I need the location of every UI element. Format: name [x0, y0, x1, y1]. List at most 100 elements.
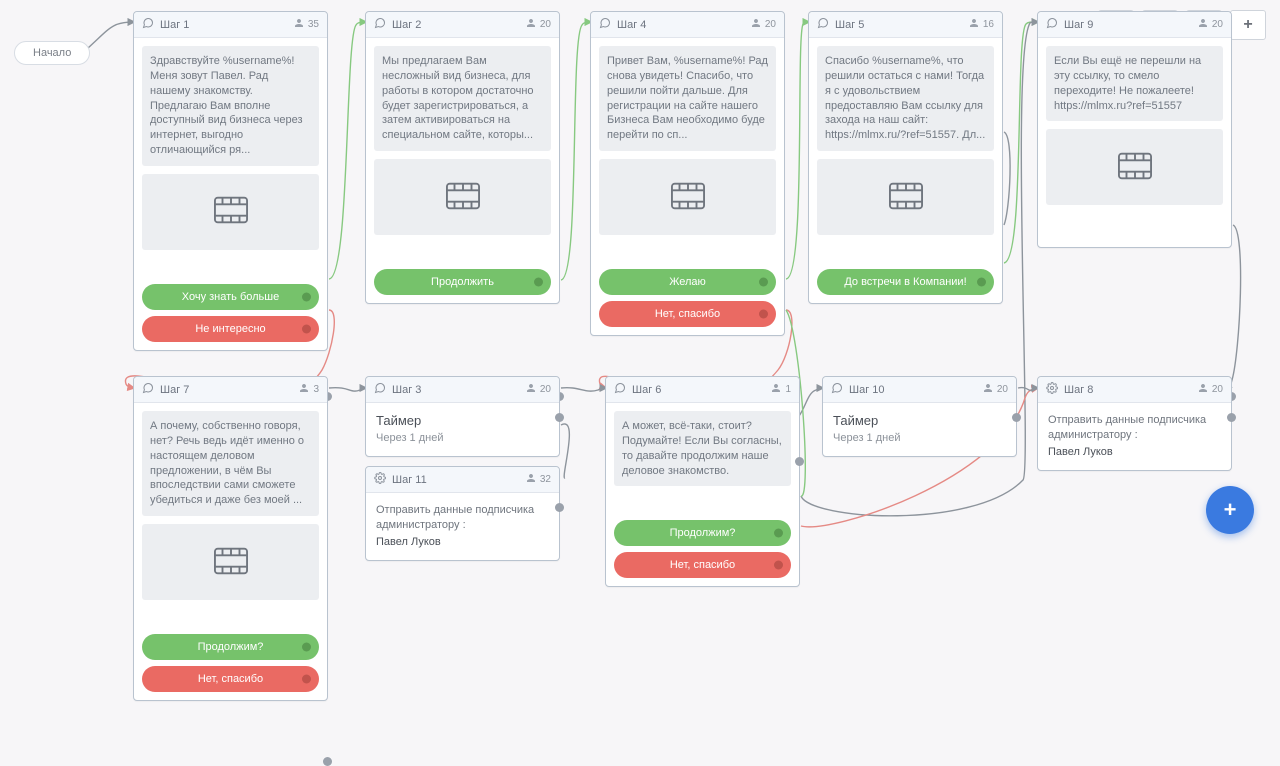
connector-line: [329, 388, 366, 391]
subscriber-count: 20: [750, 17, 776, 32]
user-icon: [1197, 17, 1209, 32]
connector-port-icon[interactable]: [774, 561, 783, 570]
subscriber-count: 35: [293, 17, 319, 32]
start-node[interactable]: Начало: [14, 41, 90, 65]
user-icon: [525, 17, 537, 32]
step-button-red[interactable]: Нет, спасибо: [614, 552, 791, 578]
timer-subtitle: Через 1 дней: [376, 432, 549, 444]
step-header[interactable]: Шаг 516: [809, 12, 1002, 38]
step-header[interactable]: Шаг 1020: [823, 377, 1016, 403]
step-header[interactable]: Шаг 820: [1038, 377, 1231, 403]
step-header[interactable]: Шаг 220: [366, 12, 559, 38]
connector-port-icon[interactable]: [302, 675, 311, 684]
subscriber-count: 20: [1197, 17, 1223, 32]
subscriber-count: 20: [1197, 382, 1223, 397]
step-title: Шаг 5: [835, 19, 962, 31]
connector-line: [329, 22, 366, 279]
step-header[interactable]: Шаг 61: [606, 377, 799, 403]
step-header[interactable]: Шаг 420: [591, 12, 784, 38]
step-button-green[interactable]: До встречи в Компании!: [817, 269, 994, 295]
connector-line: [1004, 22, 1038, 263]
connector-port-icon[interactable]: [323, 757, 332, 766]
step-header[interactable]: Шаг 7 3: [134, 377, 327, 403]
user-icon: [968, 17, 980, 32]
button-label: Продолжим?: [670, 527, 736, 539]
connector-port-icon[interactable]: [302, 324, 311, 333]
connector-port-icon[interactable]: [1227, 413, 1236, 422]
button-label: Нет, спасибо: [670, 559, 735, 571]
step-card-s7[interactable]: Шаг 73А почему, собственно говоря, нет? …: [133, 376, 328, 701]
step-card-s10[interactable]: Шаг 1020 Таймер Через 1 дней: [822, 376, 1017, 457]
step-card-s1[interactable]: Шаг 135Здравствуйте %username%! Меня зов…: [133, 11, 328, 351]
film-icon: [214, 547, 248, 578]
connector-line: [561, 388, 606, 391]
step-button-green[interactable]: Продолжить: [374, 269, 551, 295]
timer-subtitle: Через 1 дней: [833, 432, 1006, 444]
connector-port-icon[interactable]: [774, 529, 783, 538]
chat-icon: [142, 17, 154, 32]
subscriber-count: 1: [770, 382, 791, 397]
step-card-s9[interactable]: Шаг 9 20 Если Вы ещё не перешли на эту ссы…: [1037, 11, 1232, 248]
step-card-s3[interactable]: Шаг 320 Таймер Через 1 дней: [365, 376, 560, 457]
admin-action-label: Отправить данные подписчика администрато…: [1048, 413, 1221, 444]
timer-title: Таймер: [833, 413, 1006, 428]
chat-icon: [1046, 17, 1058, 32]
step-message: А может, всё-таки, стоит? Подумайте! Есл…: [614, 411, 791, 486]
user-icon: [982, 382, 994, 397]
step-header[interactable]: Шаг 135: [134, 12, 327, 38]
step-message: Если Вы ещё не перешли на эту ссылку, то…: [1046, 46, 1223, 121]
subscriber-count: 3: [298, 382, 319, 397]
admin-name: Павел Луков: [1048, 446, 1221, 458]
film-icon: [1118, 152, 1152, 183]
step-button-red[interactable]: Нет, спасибо: [599, 301, 776, 327]
step-card-s11[interactable]: Шаг 1132Отправить данные подписчика адми…: [365, 466, 560, 561]
connector-line: [1018, 388, 1038, 391]
timer-title: Таймер: [376, 413, 549, 428]
step-header[interactable]: Шаг 320: [366, 377, 559, 403]
step-card-s2[interactable]: Шаг 220 Мы предлагаем Вам несложный вид б…: [365, 11, 560, 304]
step-title: Шаг 9: [1064, 19, 1191, 31]
step-header[interactable]: Шаг 9 20: [1038, 12, 1231, 38]
step-card-s4[interactable]: Шаг 420Привет Вам, %username%! Рад снова…: [590, 11, 785, 336]
connector-port-icon[interactable]: [555, 503, 564, 512]
connector-line: [1231, 225, 1241, 388]
step-title: Шаг 2: [392, 19, 519, 31]
zoom-in-button[interactable]: +: [1230, 10, 1266, 40]
chat-icon: [142, 382, 154, 397]
step-header[interactable]: Шаг 1132: [366, 467, 559, 493]
admin-name: Павел Луков: [376, 536, 549, 548]
step-button-red[interactable]: Не интересно: [142, 316, 319, 342]
step-title: Шаг 7: [160, 384, 292, 396]
connector-port-icon[interactable]: [534, 278, 543, 287]
user-icon: [1197, 382, 1209, 397]
connector-line: [561, 424, 569, 478]
connector-port-icon[interactable]: [759, 310, 768, 319]
step-card-s8[interactable]: Шаг 820 Отправить данные подписчика админ…: [1037, 376, 1232, 471]
step-message: Мы предлагаем Вам несложный вид бизнеса,…: [374, 46, 551, 151]
film-icon: [671, 182, 705, 213]
step-button-green[interactable]: Продолжим?: [614, 520, 791, 546]
connector-port-icon[interactable]: [302, 292, 311, 301]
connector-port-icon[interactable]: [1012, 413, 1021, 422]
button-label: Хочу знать больше: [182, 291, 279, 303]
button-label: Продолжим?: [198, 641, 264, 653]
step-button-green[interactable]: Желаю: [599, 269, 776, 295]
connector-port-icon[interactable]: [795, 457, 804, 466]
step-card-s5[interactable]: Шаг 516Спасибо %username%, что решили ос…: [808, 11, 1003, 304]
add-step-fab[interactable]: +: [1206, 486, 1254, 534]
film-icon: [446, 182, 480, 213]
step-button-green[interactable]: Продолжим?: [142, 634, 319, 660]
connector-port-icon[interactable]: [759, 278, 768, 287]
film-icon: [889, 182, 923, 213]
step-button-green[interactable]: Хочу знать больше: [142, 284, 319, 310]
connector-port-icon[interactable]: [977, 278, 986, 287]
connector-port-icon[interactable]: [555, 413, 564, 422]
step-button-red[interactable]: Нет, спасибо: [142, 666, 319, 692]
user-icon: [293, 17, 305, 32]
subscriber-count: 32: [525, 472, 551, 487]
media-placeholder: [1046, 129, 1223, 205]
step-title: Шаг 10: [849, 384, 976, 396]
connector-port-icon[interactable]: [302, 643, 311, 652]
button-label: Не интересно: [195, 323, 265, 335]
media-placeholder: [817, 159, 994, 235]
